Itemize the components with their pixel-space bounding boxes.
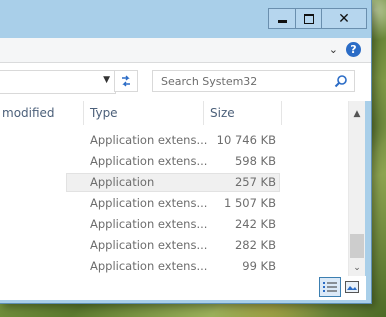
scrollbar-thumb[interactable] <box>350 234 364 258</box>
file-size: 242 KB <box>234 217 276 231</box>
file-row-selected[interactable]: Application 257 KB <box>0 172 348 193</box>
column-header-size[interactable]: Size <box>204 101 282 125</box>
file-size: 10 746 KB <box>216 133 276 147</box>
maximize-icon <box>303 13 314 24</box>
file-row[interactable]: Application extens... 99 KB <box>0 256 348 277</box>
large-icons-view-button[interactable] <box>341 277 363 297</box>
file-row[interactable]: Application extens... 242 KB <box>0 214 348 235</box>
file-type: Application extens... <box>90 196 208 210</box>
title-bar[interactable]: ✕ <box>0 0 371 38</box>
search-icon[interactable] <box>334 74 348 88</box>
navigation-bar: ▼ <box>0 63 371 101</box>
file-row[interactable]: Application extens... 598 KB <box>0 151 348 172</box>
minimize-icon <box>277 20 287 23</box>
refresh-icon <box>122 75 130 87</box>
file-size: 257 KB <box>234 175 276 189</box>
scroll-up-button[interactable]: ▲ <box>349 105 365 122</box>
scroll-down-button[interactable]: ⌄ <box>349 259 365 276</box>
help-icon[interactable]: ? <box>346 42 361 57</box>
details-view-button[interactable] <box>319 277 341 297</box>
vertical-scrollbar[interactable]: ▲ ⌄ <box>348 101 365 276</box>
file-row[interactable]: Application extens... 282 KB <box>0 235 348 256</box>
file-size: 282 KB <box>234 238 276 252</box>
close-icon: ✕ <box>338 10 350 27</box>
file-type: Application extens... <box>90 259 208 273</box>
search-box[interactable] <box>152 70 355 92</box>
minimize-button[interactable] <box>268 8 295 29</box>
refresh-button[interactable] <box>114 70 138 92</box>
details-view-icon <box>323 282 337 292</box>
close-button[interactable]: ✕ <box>322 8 367 29</box>
scroll-down-icon: ⌄ <box>353 262 361 273</box>
file-type: Application extens... <box>90 238 208 252</box>
ribbon-bar: ⌄ ? <box>0 38 371 63</box>
file-row[interactable]: Application extens... 10 746 KB <box>0 130 348 151</box>
search-input[interactable] <box>153 71 331 91</box>
file-row[interactable]: Application extens... 1 507 KB <box>0 193 348 214</box>
large-icons-view-icon <box>345 281 359 293</box>
file-list: modified Type Size Application extens...… <box>0 101 348 276</box>
column-header-type[interactable]: Type <box>84 101 204 125</box>
address-dropdown-icon[interactable]: ▼ <box>103 75 110 85</box>
maximize-button[interactable] <box>295 8 322 29</box>
file-size: 1 507 KB <box>223 196 276 210</box>
file-size: 598 KB <box>234 154 276 168</box>
address-bar[interactable]: ▼ <box>0 70 116 94</box>
explorer-window: ✕ ⌄ ? ▼ modified Type Size <box>0 0 372 304</box>
file-type: Application extens... <box>90 133 208 147</box>
file-type: Application <box>90 175 155 189</box>
file-size: 99 KB <box>242 259 276 273</box>
column-headers: modified Type Size <box>0 101 348 125</box>
status-bar <box>0 276 366 300</box>
expand-ribbon-icon[interactable]: ⌄ <box>329 43 338 56</box>
scroll-up-icon: ▲ <box>353 108 361 119</box>
column-header-date-modified[interactable]: modified <box>0 101 84 125</box>
file-type: Application extens... <box>90 154 208 168</box>
file-type: Application extens... <box>90 217 208 231</box>
